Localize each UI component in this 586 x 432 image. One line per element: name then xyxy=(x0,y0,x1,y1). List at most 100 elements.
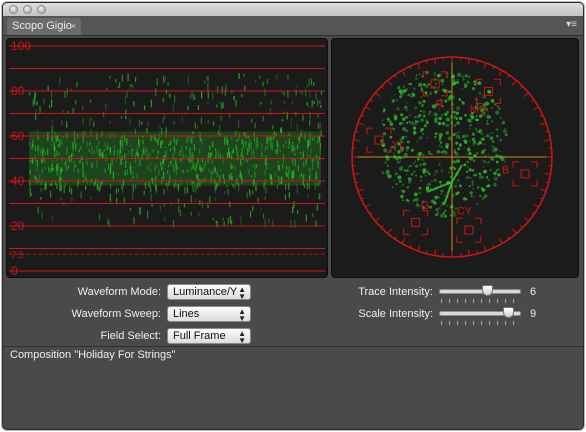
trace-sample xyxy=(103,111,105,117)
trace-sample xyxy=(463,147,465,149)
trace-sample xyxy=(489,168,492,172)
trace-sample xyxy=(51,91,53,98)
trace-sample xyxy=(309,90,311,98)
trace-sample xyxy=(452,97,455,100)
trace-sample xyxy=(406,186,409,189)
trace-sample xyxy=(130,84,132,87)
trace-sample xyxy=(405,116,408,119)
minimize-window-button[interactable] xyxy=(23,5,32,14)
trace-sample xyxy=(420,118,424,122)
trace-sample xyxy=(403,89,407,93)
slider-thumb[interactable] xyxy=(481,285,493,296)
trace-intensity-label: Trace Intensity: xyxy=(358,286,433,298)
trace-sample xyxy=(241,94,243,98)
trace-sample xyxy=(222,102,224,109)
tab-scopo-gigio[interactable]: Scopo Gigio × xyxy=(7,18,81,35)
trace-sample xyxy=(281,91,283,94)
waveform-sweep-select[interactable]: Lines ▲ ▼ xyxy=(167,306,251,323)
trace-sample xyxy=(197,125,199,130)
trace-sample xyxy=(451,210,456,214)
scale-label: 40 xyxy=(11,174,25,188)
trace-sample xyxy=(249,191,251,198)
trace-sample xyxy=(449,214,452,217)
trace-intensity-slider[interactable] xyxy=(439,284,521,303)
field-select-select[interactable]: Full Frame ▲ ▼ xyxy=(167,328,251,345)
trace-sample xyxy=(29,186,31,191)
trace-sample xyxy=(50,190,52,198)
trace-sample xyxy=(483,148,487,152)
trace-sample xyxy=(255,185,257,191)
circle-tick xyxy=(520,225,524,229)
scale-intensity-slider[interactable] xyxy=(439,306,521,325)
trace-sample xyxy=(193,185,195,193)
trace-sample xyxy=(227,217,229,225)
trace-sample xyxy=(59,185,61,191)
trace-sample xyxy=(464,74,468,78)
trace-sample xyxy=(156,78,158,86)
trace-sample xyxy=(122,186,124,194)
trace-sample xyxy=(212,121,215,126)
circle-tick xyxy=(492,244,495,248)
trace-sample xyxy=(405,129,409,132)
trace-sample xyxy=(206,76,208,81)
circle-tick xyxy=(369,99,373,102)
target-label: YL xyxy=(392,140,405,152)
trace-sample xyxy=(438,207,441,210)
trace-sample xyxy=(138,119,140,127)
trace-sample xyxy=(427,182,431,186)
vectorscope-display: R MG B CY G YL xyxy=(351,56,553,258)
trace-sample xyxy=(457,147,461,151)
trace-sample xyxy=(244,85,246,92)
trace-sample xyxy=(493,183,497,187)
trace-sample xyxy=(306,84,308,89)
trace-sample xyxy=(440,189,444,193)
composition-status: Composition "Holiday For Strings" xyxy=(10,349,176,361)
slider-thumb[interactable] xyxy=(502,307,514,318)
trace-sample xyxy=(422,162,426,166)
scale-intensity-value: 9 xyxy=(530,308,537,320)
trace-sample xyxy=(61,120,63,126)
zoom-window-button[interactable] xyxy=(37,5,46,14)
trace-sample xyxy=(436,149,441,154)
circle-tick xyxy=(540,122,547,126)
trace-sample xyxy=(468,151,472,156)
trace-sample xyxy=(227,189,229,195)
waveform-mode-select[interactable]: Luminance/Y ▲ ▼ xyxy=(167,284,251,301)
trace-sample xyxy=(479,137,483,141)
trace-sample xyxy=(473,154,476,157)
trace-sample xyxy=(381,144,385,148)
trace-sample xyxy=(105,103,107,111)
trace-sample xyxy=(436,89,439,92)
trace-sample xyxy=(207,91,209,99)
trace-sample xyxy=(223,221,225,226)
trace-sample xyxy=(252,206,254,212)
trace-sample xyxy=(485,176,489,179)
trace-sample xyxy=(473,83,477,86)
close-icon[interactable]: × xyxy=(71,18,76,35)
trace-sample xyxy=(439,213,444,218)
trace-sample xyxy=(199,200,201,205)
trace-sample xyxy=(475,128,477,130)
waveform-sweep-value: Lines xyxy=(173,308,200,320)
trace-sample xyxy=(240,219,242,225)
trace-sample xyxy=(194,198,196,202)
trace-sample xyxy=(252,190,254,195)
panel-menu-icon[interactable]: ▾≡ xyxy=(566,19,577,31)
trace-sample xyxy=(419,175,423,178)
trace-sample xyxy=(43,187,45,191)
circle-tick xyxy=(539,114,543,117)
trace-sample xyxy=(408,181,411,184)
trace-sample xyxy=(129,84,131,90)
trace-sample xyxy=(192,185,194,192)
trace-sample xyxy=(504,133,508,137)
trace-sample xyxy=(389,135,393,139)
trace-sample xyxy=(293,201,295,209)
trace-sample xyxy=(420,179,423,182)
close-window-button[interactable] xyxy=(9,5,18,14)
circle-tick xyxy=(417,62,421,69)
trace-sample xyxy=(475,152,479,155)
trace-sample xyxy=(438,139,441,142)
trace-sample xyxy=(422,110,426,114)
trace-sample xyxy=(399,122,402,125)
trace-sample xyxy=(121,74,123,82)
